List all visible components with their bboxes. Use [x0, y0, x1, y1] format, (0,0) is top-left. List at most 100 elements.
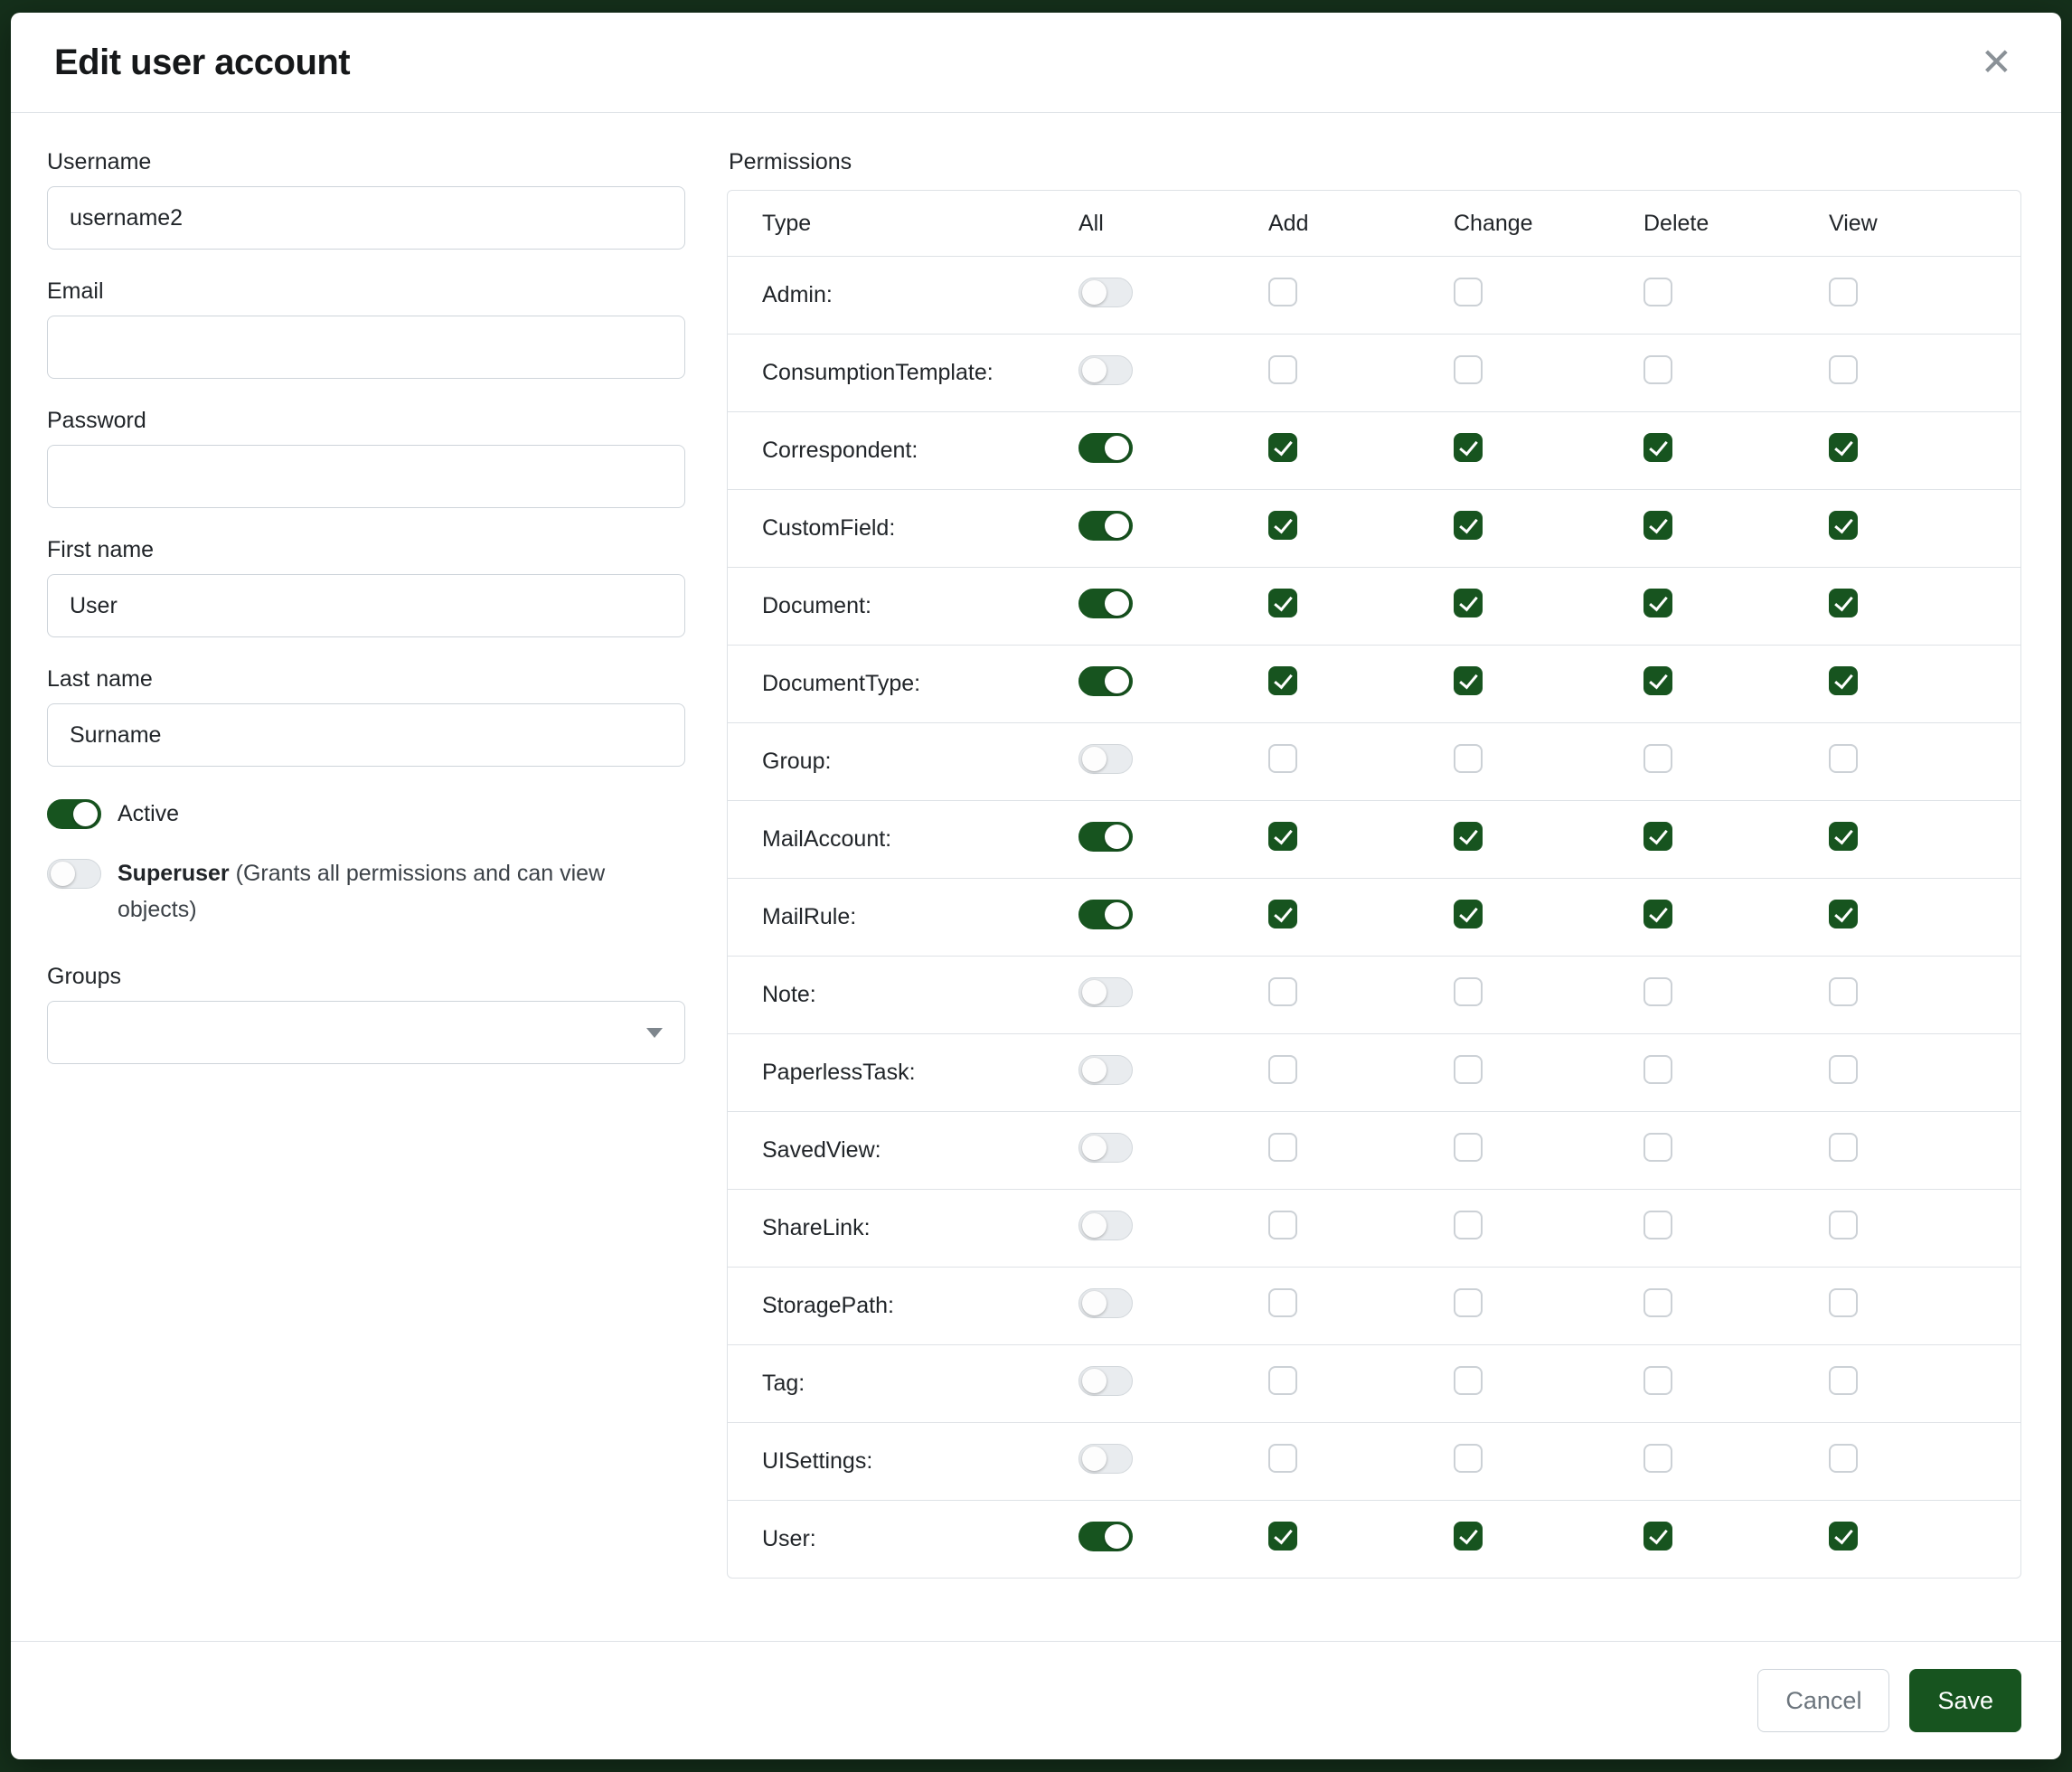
perm-all-toggle[interactable] [1078, 355, 1133, 385]
perm-change-checkbox[interactable] [1454, 822, 1483, 851]
perm-change-checkbox[interactable] [1454, 1366, 1483, 1395]
permissions-section: Permissions Type All Add Change Delete V… [727, 149, 2021, 1641]
password-field[interactable] [47, 445, 685, 508]
perm-add-checkbox[interactable] [1268, 433, 1297, 462]
perm-delete-checkbox[interactable] [1643, 511, 1672, 540]
perm-delete-checkbox[interactable] [1643, 1211, 1672, 1239]
perm-add-checkbox[interactable] [1268, 511, 1297, 540]
perm-add-checkbox[interactable] [1268, 278, 1297, 306]
perm-change-checkbox[interactable] [1454, 1211, 1483, 1239]
perm-delete-checkbox[interactable] [1643, 822, 1672, 851]
perm-view-checkbox[interactable] [1829, 1366, 1858, 1395]
perm-add-checkbox[interactable] [1268, 1444, 1297, 1473]
table-row: User: [728, 1500, 2020, 1578]
perm-add-checkbox[interactable] [1268, 1211, 1297, 1239]
perm-add-checkbox[interactable] [1268, 744, 1297, 773]
perm-change-checkbox[interactable] [1454, 744, 1483, 773]
perm-add-checkbox[interactable] [1268, 666, 1297, 695]
perm-all-toggle[interactable] [1078, 1366, 1133, 1396]
perm-delete-checkbox[interactable] [1643, 977, 1672, 1006]
perm-add-checkbox[interactable] [1268, 822, 1297, 851]
username-input[interactable] [47, 186, 685, 250]
perm-all-toggle[interactable] [1078, 666, 1133, 696]
perm-view-checkbox[interactable] [1829, 666, 1858, 695]
perm-all-toggle[interactable] [1078, 511, 1133, 541]
perm-change-checkbox[interactable] [1454, 666, 1483, 695]
perm-delete-checkbox[interactable] [1643, 744, 1672, 773]
perm-change-checkbox[interactable] [1454, 433, 1483, 462]
perm-all-toggle[interactable] [1078, 1211, 1133, 1240]
perm-all-toggle[interactable] [1078, 1133, 1133, 1163]
perm-change-checkbox[interactable] [1454, 1288, 1483, 1317]
perm-add-checkbox[interactable] [1268, 355, 1297, 384]
perm-view-checkbox[interactable] [1829, 744, 1858, 773]
perm-view-checkbox[interactable] [1829, 900, 1858, 928]
perm-add-checkbox[interactable] [1268, 977, 1297, 1006]
perm-all-toggle[interactable] [1078, 900, 1133, 929]
perm-change-checkbox[interactable] [1454, 278, 1483, 306]
perm-add-checkbox[interactable] [1268, 1055, 1297, 1084]
perm-delete-checkbox[interactable] [1643, 1444, 1672, 1473]
perm-add-checkbox[interactable] [1268, 589, 1297, 617]
perm-view-checkbox[interactable] [1829, 355, 1858, 384]
perm-change-checkbox[interactable] [1454, 1444, 1483, 1473]
perm-view-checkbox[interactable] [1829, 433, 1858, 462]
perm-add-checkbox[interactable] [1268, 1366, 1297, 1395]
perm-view-checkbox[interactable] [1829, 1133, 1858, 1162]
perm-all-toggle[interactable] [1078, 1288, 1133, 1318]
perm-change-checkbox[interactable] [1454, 977, 1483, 1006]
perm-delete-checkbox[interactable] [1643, 1288, 1672, 1317]
perm-delete-checkbox[interactable] [1643, 900, 1672, 928]
first-name-field[interactable] [47, 574, 685, 637]
perm-all-toggle[interactable] [1078, 1522, 1133, 1551]
perm-delete-checkbox[interactable] [1643, 433, 1672, 462]
perm-all-toggle[interactable] [1078, 1444, 1133, 1474]
perm-delete-checkbox[interactable] [1643, 1055, 1672, 1084]
perm-delete-checkbox[interactable] [1643, 589, 1672, 617]
perm-delete-checkbox[interactable] [1643, 278, 1672, 306]
perm-change-checkbox[interactable] [1454, 355, 1483, 384]
save-button[interactable]: Save [1909, 1669, 2021, 1732]
last-name-field[interactable] [47, 703, 685, 767]
table-row: SavedView: [728, 1111, 2020, 1189]
perm-view-checkbox[interactable] [1829, 511, 1858, 540]
perm-view-checkbox[interactable] [1829, 1211, 1858, 1239]
perm-add-checkbox[interactable] [1268, 1522, 1297, 1550]
perm-delete-checkbox[interactable] [1643, 355, 1672, 384]
perm-all-toggle[interactable] [1078, 977, 1133, 1007]
perm-view-checkbox[interactable] [1829, 822, 1858, 851]
perm-all-toggle[interactable] [1078, 1055, 1133, 1085]
close-icon[interactable]: ✕ [1975, 40, 2018, 85]
perm-change-checkbox[interactable] [1454, 511, 1483, 540]
perm-view-checkbox[interactable] [1829, 1444, 1858, 1473]
perm-view-checkbox[interactable] [1829, 977, 1858, 1006]
perm-add-checkbox[interactable] [1268, 1288, 1297, 1317]
perm-delete-checkbox[interactable] [1643, 1522, 1672, 1550]
perm-all-toggle[interactable] [1078, 433, 1133, 463]
groups-select[interactable] [47, 1001, 685, 1064]
perm-view-checkbox[interactable] [1829, 1288, 1858, 1317]
perm-all-toggle[interactable] [1078, 822, 1133, 852]
perm-view-checkbox[interactable] [1829, 1522, 1858, 1550]
perm-add-checkbox[interactable] [1268, 1133, 1297, 1162]
active-toggle[interactable] [47, 799, 101, 829]
superuser-toggle[interactable] [47, 859, 101, 889]
email-field[interactable] [47, 316, 685, 379]
perm-view-checkbox[interactable] [1829, 589, 1858, 617]
perm-change-checkbox[interactable] [1454, 1133, 1483, 1162]
perm-change-checkbox[interactable] [1454, 1522, 1483, 1550]
perm-view-checkbox[interactable] [1829, 278, 1858, 306]
perm-change-checkbox[interactable] [1454, 589, 1483, 617]
perm-delete-checkbox[interactable] [1643, 1366, 1672, 1395]
perm-change-checkbox[interactable] [1454, 1055, 1483, 1084]
perm-add-checkbox[interactable] [1268, 900, 1297, 928]
perm-change-checkbox[interactable] [1454, 900, 1483, 928]
perm-all-toggle[interactable] [1078, 589, 1133, 618]
perm-all-toggle[interactable] [1078, 744, 1133, 774]
modal-body: Username Email Password First name Last … [11, 113, 2061, 1641]
cancel-button[interactable]: Cancel [1757, 1669, 1889, 1732]
perm-all-toggle[interactable] [1078, 278, 1133, 307]
perm-view-checkbox[interactable] [1829, 1055, 1858, 1084]
perm-delete-checkbox[interactable] [1643, 1133, 1672, 1162]
perm-delete-checkbox[interactable] [1643, 666, 1672, 695]
